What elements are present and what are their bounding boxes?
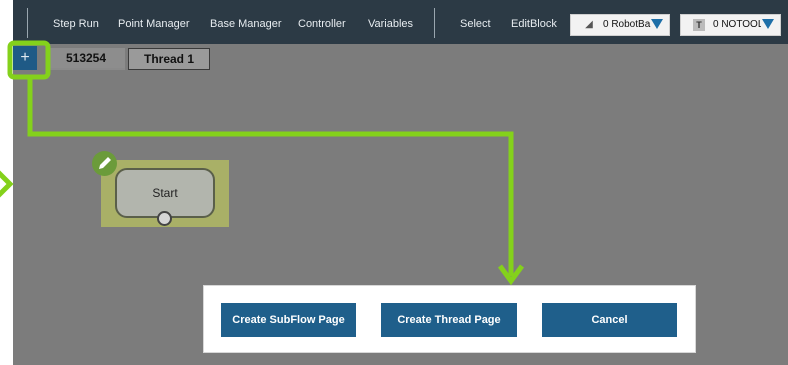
create-subflow-page-button[interactable]: Create SubFlow Page [221,303,356,337]
pencil-icon [99,157,111,169]
chevron-down-icon [651,19,663,29]
tab-main-flow[interactable]: 513254 [47,48,125,70]
create-thread-page-button[interactable]: Create Thread Page [381,303,517,337]
menu-point-manager[interactable]: Point Manager [118,0,190,44]
robot-base-value: 0 RobotBa [603,19,651,30]
menu-base-manager[interactable]: Base Manager [210,0,282,44]
tool-icon: T [693,19,705,31]
menu-variables[interactable]: Variables [368,0,413,44]
tool-value: 0 NOTOOL [713,19,761,30]
top-menubar: Step Run Point Manager Base Manager Cont… [13,0,788,44]
tool-dropdown[interactable]: T 0 NOTOOL [680,14,781,36]
cancel-button[interactable]: Cancel [542,303,677,337]
menu-step-run[interactable]: Step Run [53,0,99,44]
flow-editor-window: Step Run Point Manager Base Manager Cont… [13,0,788,365]
add-page-button[interactable]: + [13,46,37,70]
new-page-dialog: Create SubFlow Page Create Thread Page C… [203,285,696,353]
tab-thread-1[interactable]: Thread 1 [128,48,210,70]
menu-controller[interactable]: Controller [298,0,346,44]
chevron-right-icon [0,170,14,198]
start-output-port[interactable] [157,211,172,226]
robot-base-dropdown[interactable]: ◢ 0 RobotBa [570,14,670,36]
menu-select[interactable]: Select [460,0,491,44]
menubar-divider [27,8,28,38]
edit-badge[interactable] [92,151,117,176]
robot-base-icon: ◢ [585,19,593,30]
menu-editblock[interactable]: EditBlock [511,0,557,44]
chevron-down-icon [762,19,774,29]
menubar-divider [434,8,435,38]
